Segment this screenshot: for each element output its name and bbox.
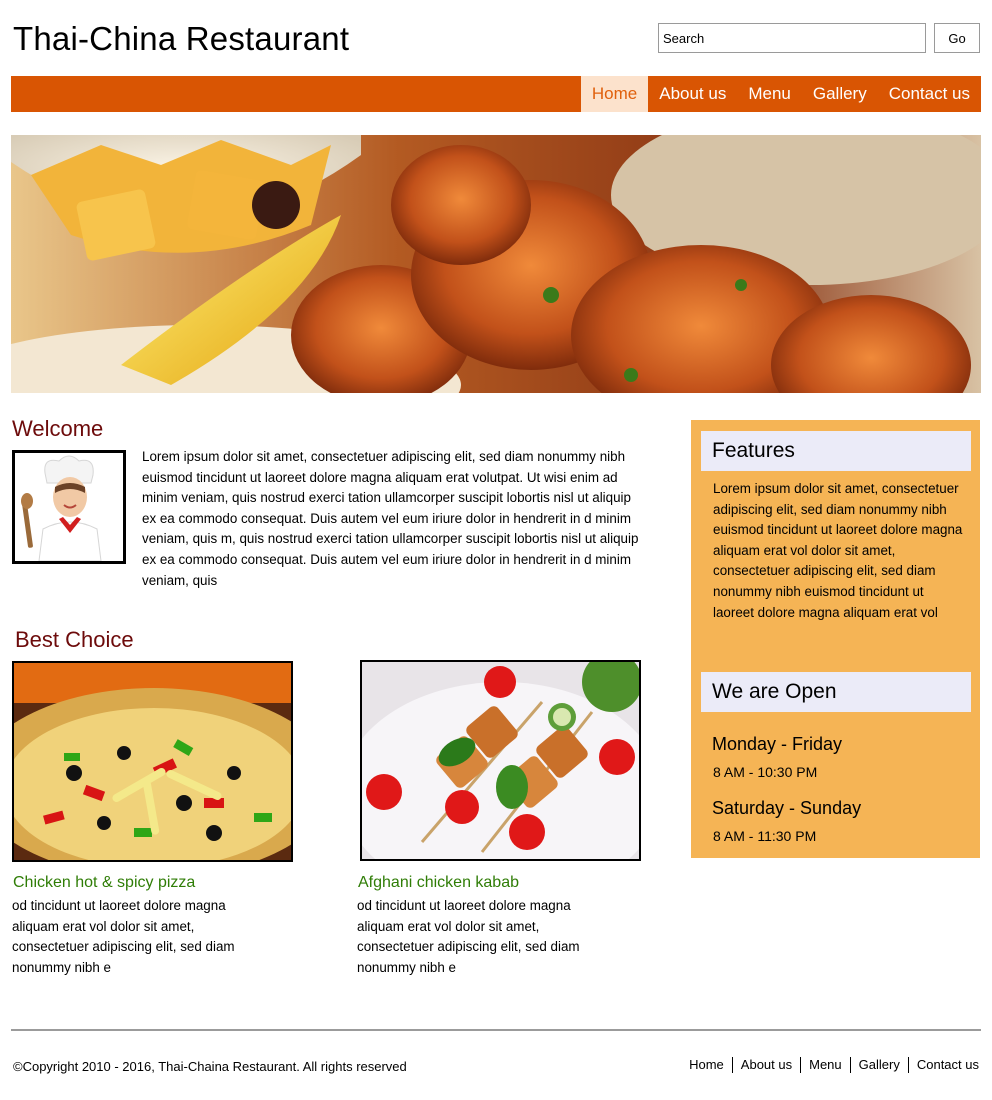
footer-link-home[interactable]: Home [681,1057,732,1073]
nav-item-menu[interactable]: Menu [737,76,802,112]
search-input[interactable] [658,23,926,53]
open-hours-heading: We are Open [701,672,971,712]
chef-photo [12,450,126,564]
nav-item-home[interactable]: Home [580,76,649,112]
hours-time: 8 AM - 11:30 PM [713,828,817,844]
sidebar: Features Lorem ipsum dolor sit amet, con… [691,420,980,858]
kabab-photo [360,660,641,861]
hero-banner-image [11,135,981,393]
copyright-text: ©Copyright 2010 - 2016, Thai-Chaina Rest… [13,1059,407,1074]
dish-description: od tincidunt ut laoreet dolore magna ali… [12,898,235,975]
footer-nav: Home About us Menu Gallery Contact us [681,1057,979,1073]
footer-link-contact-us[interactable]: Contact us [907,1057,979,1073]
hours-days: Monday - Friday [712,734,843,754]
dish-title[interactable]: Chicken hot & spicy pizza [13,874,195,892]
features-heading: Features [701,431,971,471]
dish-description: od tincidunt ut laoreet dolore magna ali… [357,898,580,975]
site-title: Thai-China Restaurant [13,20,350,57]
nav-item-gallery[interactable]: Gallery [802,76,878,112]
pizza-photo [12,661,293,862]
footer-link-gallery[interactable]: Gallery [849,1057,908,1073]
footer-link-menu[interactable]: Menu [800,1057,850,1073]
features-text: Lorem ipsum dolor sit amet, consectetuer… [713,481,963,620]
footer-link-about-us[interactable]: About us [731,1057,800,1073]
hours-days: Saturday - Sunday [712,798,862,818]
nav-item-contact-us[interactable]: Contact us [878,76,981,112]
go-button[interactable]: Go [934,23,980,53]
main-nav: Home About us Menu Gallery Contact us [11,76,981,112]
welcome-heading: Welcome [12,416,104,441]
welcome-text: Lorem ipsum dolor sit amet, consectetuer… [142,449,639,588]
best-choice-heading: Best Choice [15,627,134,652]
footer-divider [11,1029,981,1031]
hours-time: 8 AM - 10:30 PM [713,764,818,780]
nav-item-about-us[interactable]: About us [648,76,737,112]
dish-title[interactable]: Afghani chicken kabab [358,874,519,892]
